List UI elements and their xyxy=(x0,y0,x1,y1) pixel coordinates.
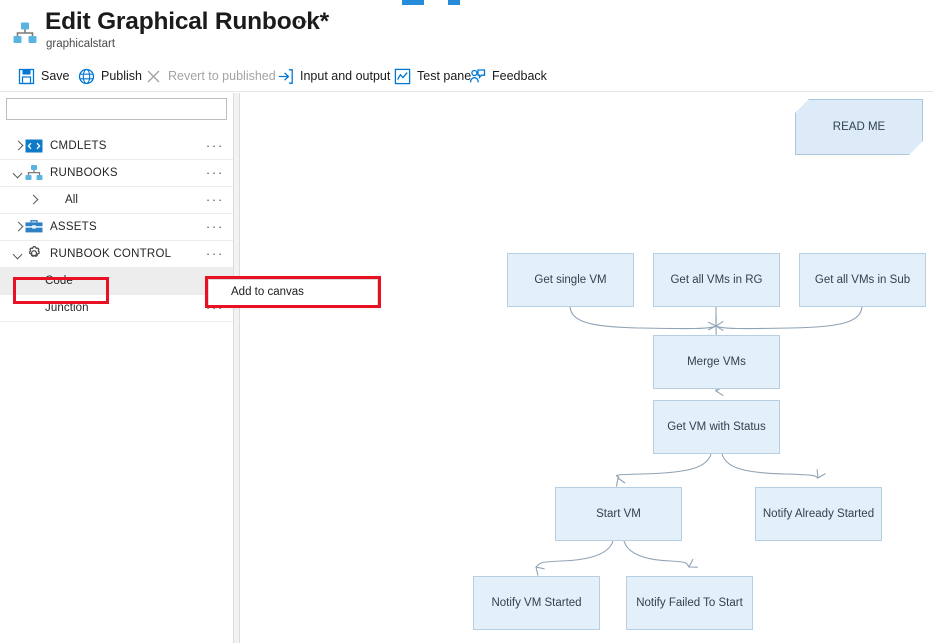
node-label: Get single VM xyxy=(534,274,607,286)
sidebar-item-cmdlets[interactable]: CMDLETS ··· xyxy=(0,133,233,160)
page-header: Edit Graphical Runbook* ··· graphicalsta… xyxy=(0,0,933,60)
gear-icon xyxy=(28,245,40,257)
test-pane-button[interactable]: Test pane xyxy=(394,62,471,90)
sidebar-item-junction[interactable]: Junction ··· xyxy=(0,295,233,322)
page-title: Edit Graphical Runbook* xyxy=(45,8,329,35)
node-label: Get all VMs in Sub xyxy=(814,274,911,286)
row-menu-button[interactable]: ··· xyxy=(206,193,224,206)
feedback-person-icon xyxy=(469,68,486,82)
hierarchy-icon xyxy=(25,165,43,180)
graphical-runbook-editor: Edit Graphical Runbook* ··· graphicalsta… xyxy=(0,0,933,643)
sidebar-item-runbooks[interactable]: RUNBOOKS ··· xyxy=(0,160,233,187)
canvas-node-get-vm-with-status[interactable]: Get VM with Status xyxy=(653,400,780,454)
canvas-node-merge-vms[interactable]: Merge VMs xyxy=(653,335,780,389)
runbook-canvas[interactable]: READ ME Get single VM Get all VMs in RG … xyxy=(241,93,933,643)
sidebar-item-label: RUNBOOKS xyxy=(50,167,118,179)
code-brackets-icon xyxy=(25,139,43,153)
publish-button[interactable]: Publish xyxy=(78,62,142,90)
sidebar-item-all[interactable]: All ··· xyxy=(0,187,233,214)
search-input[interactable] xyxy=(6,98,227,120)
page-subtitle: graphicalstart xyxy=(46,38,116,50)
save-label: Save xyxy=(41,69,70,83)
node-label: Notify Already Started xyxy=(762,508,875,520)
node-label: Get all VMs in RG xyxy=(670,274,763,286)
canvas-node-read-me[interactable]: READ ME xyxy=(795,99,923,155)
row-menu-button[interactable]: ··· xyxy=(206,220,224,233)
sidebar-item-runbook-control[interactable]: RUNBOOK CONTROL ··· xyxy=(0,241,233,268)
command-bar-divider xyxy=(0,91,933,92)
feedback-label: Feedback xyxy=(492,69,547,83)
chevron-right-icon[interactable] xyxy=(12,221,25,234)
chevron-right-icon[interactable] xyxy=(12,140,25,153)
publish-globe-icon xyxy=(78,68,95,84)
sidebar-item-label: ASSETS xyxy=(50,221,97,233)
revert-to-published-label: Revert to published xyxy=(168,69,276,83)
sidebar-item-label: Junction xyxy=(45,302,89,314)
test-pane-label: Test pane xyxy=(417,69,472,83)
node-label: Notify VM Started xyxy=(491,597,582,609)
revert-to-published-button[interactable]: Revert to published xyxy=(145,62,276,90)
context-menu-item-add-to-canvas[interactable]: Add to canvas xyxy=(209,280,377,305)
library-tree: CMDLETS ··· RUNBOOKS ··· All ··· ASSETS … xyxy=(0,133,233,322)
sidebar-item-assets[interactable]: ASSETS ··· xyxy=(0,214,233,241)
sidebar-item-label: RUNBOOK CONTROL xyxy=(50,248,172,260)
row-menu-button[interactable]: ··· xyxy=(206,166,224,179)
node-label: Start VM xyxy=(596,508,641,520)
feedback-button[interactable]: Feedback xyxy=(469,62,547,90)
revert-x-icon xyxy=(147,70,160,82)
node-label: READ ME xyxy=(832,121,886,133)
input-output-icon xyxy=(278,68,293,84)
briefcase-icon xyxy=(25,220,43,233)
library-panel: CMDLETS ··· RUNBOOKS ··· All ··· ASSETS … xyxy=(0,93,233,643)
save-icon xyxy=(18,68,35,84)
sidebar-item-label: CMDLETS xyxy=(50,140,107,152)
sidebar-item-code[interactable]: Code xyxy=(0,268,233,295)
command-bar: Save Publish Revert to published Input a… xyxy=(0,62,933,92)
runbook-hierarchy-icon xyxy=(13,22,37,43)
row-menu-button[interactable]: ··· xyxy=(206,139,224,152)
publish-label: Publish xyxy=(101,69,142,83)
row-menu-button[interactable]: ··· xyxy=(206,247,224,260)
input-and-output-button[interactable]: Input and output xyxy=(277,62,390,90)
canvas-node-get-all-vms-in-sub[interactable]: Get all VMs in Sub xyxy=(799,253,926,307)
context-menu: Add to canvas xyxy=(208,279,378,306)
title-ellipsis-button[interactable]: ··· xyxy=(296,12,317,29)
canvas-node-get-all-vms-in-rg[interactable]: Get all VMs in RG xyxy=(653,253,780,307)
node-label: Notify Failed To Start xyxy=(636,597,743,609)
chevron-right-icon[interactable] xyxy=(27,194,40,207)
chevron-down-icon[interactable] xyxy=(12,248,25,261)
input-and-output-label: Input and output xyxy=(300,69,391,83)
sidebar-item-label: All xyxy=(65,194,79,206)
chevron-down-icon[interactable] xyxy=(12,167,25,180)
canvas-node-notify-vm-started[interactable]: Notify VM Started xyxy=(473,576,600,630)
canvas-node-start-vm[interactable]: Start VM xyxy=(555,487,682,541)
no-icon xyxy=(40,191,58,209)
node-label: Merge VMs xyxy=(687,356,746,368)
canvas-node-notify-already-started[interactable]: Notify Already Started xyxy=(755,487,882,541)
canvas-node-notify-failed-to-start[interactable]: Notify Failed To Start xyxy=(626,576,753,630)
save-button[interactable]: Save xyxy=(18,62,70,90)
test-pane-icon xyxy=(394,68,411,84)
canvas-node-get-single-vm[interactable]: Get single VM xyxy=(507,253,634,307)
flow-edges xyxy=(241,306,863,643)
panel-splitter[interactable] xyxy=(233,93,240,643)
sidebar-item-label: Code xyxy=(45,275,73,287)
node-label: Get VM with Status xyxy=(667,421,766,433)
